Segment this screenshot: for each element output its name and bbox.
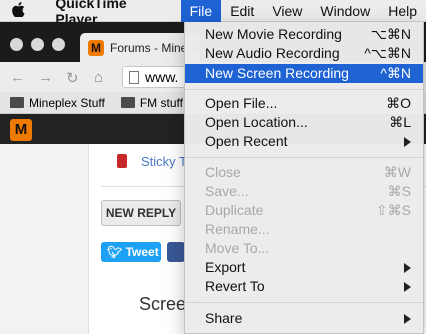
shortcut-label: ⇧⌘S xyxy=(375,202,411,218)
mineplex-favicon-icon: M xyxy=(88,39,104,56)
view-menu[interactable]: View xyxy=(263,0,311,22)
menu-item-label: Move To... xyxy=(205,240,270,256)
shortcut-label: ⌘W xyxy=(383,164,411,180)
bookmark-label: Mineplex Stuff xyxy=(29,95,105,110)
menu-item-label: New Movie Recording xyxy=(205,26,342,42)
folder-icon xyxy=(10,97,24,108)
menu-item-label: Export xyxy=(205,259,246,275)
menu-item-open-file[interactable]: Open File... ⌘O xyxy=(185,94,423,113)
bookmark-folder[interactable]: Mineplex Stuff xyxy=(10,96,105,110)
file-dropdown-menu: New Movie Recording ⌥⌘N New Audio Record… xyxy=(184,22,424,334)
menu-item-move-to[interactable]: Move To... xyxy=(185,239,423,258)
pin-icon xyxy=(117,154,127,168)
zoom-window-button[interactable] xyxy=(52,38,65,51)
menu-item-label: Rename... xyxy=(205,221,270,237)
url-text: www. xyxy=(145,69,179,85)
menu-item-share[interactable]: Share xyxy=(185,309,423,328)
shortcut-label: ⌘S xyxy=(387,183,411,199)
browser-tab[interactable]: M Forums - Mineplex xyxy=(80,33,200,62)
shortcut-label: ⌥⌘N xyxy=(370,26,411,42)
menu-separator xyxy=(185,89,423,90)
menu-item-label: Revert To xyxy=(205,278,265,294)
menu-item-save[interactable]: Save... ⌘S xyxy=(185,182,423,201)
twitter-bird-icon: 🐦︎ xyxy=(107,245,126,259)
forward-arrow-icon[interactable]: → xyxy=(38,69,53,86)
shortcut-label: ^⌘N xyxy=(380,65,411,81)
submenu-arrow-icon xyxy=(404,137,411,147)
menu-bar: QuickTime Player File Edit View Window H… xyxy=(0,0,426,27)
menu-item-revert-to[interactable]: Revert To xyxy=(185,277,423,296)
edit-menu[interactable]: Edit xyxy=(221,0,263,22)
apple-logo-icon[interactable] xyxy=(0,1,37,20)
menu-item-close[interactable]: Close ⌘W xyxy=(185,163,423,182)
menu-item-label: New Screen Recording xyxy=(205,65,349,81)
bookmark-folder[interactable]: FM stuff xyxy=(120,95,183,110)
close-window-button[interactable] xyxy=(10,38,23,51)
help-menu[interactable]: Help xyxy=(379,0,426,22)
menu-item-label: Close xyxy=(205,164,241,180)
menu-item-label: Open Location... xyxy=(205,114,308,130)
shortcut-label: ⌘L xyxy=(389,114,411,130)
menu-item-label: Share xyxy=(205,310,243,326)
file-menu[interactable]: File xyxy=(180,0,222,22)
window-menu[interactable]: Window xyxy=(311,0,379,22)
menu-item-label: Open Recent xyxy=(205,133,288,149)
reload-icon[interactable]: ↻ xyxy=(66,69,79,87)
menu-item-duplicate[interactable]: Duplicate ⇧⌘S xyxy=(185,201,423,220)
submenu-arrow-icon xyxy=(404,263,411,273)
menu-item-label: Duplicate xyxy=(205,202,264,218)
shortcut-label: ⌘O xyxy=(386,95,411,111)
minimize-window-button[interactable] xyxy=(31,38,44,51)
mineplex-logo-icon[interactable]: M xyxy=(10,119,32,141)
menu-item-label: Save... xyxy=(205,183,249,199)
page-icon xyxy=(129,70,139,84)
menu-separator xyxy=(185,157,423,158)
bookmark-label: FM stuff xyxy=(139,95,183,110)
tweet-button[interactable]: 🐦︎ Tweet xyxy=(101,242,161,262)
menu-item-new-screen-recording[interactable]: New Screen Recording ^⌘N xyxy=(185,64,423,83)
menu-item-open-recent[interactable]: Open Recent xyxy=(185,132,423,151)
menu-item-label: New Audio Recording xyxy=(205,45,340,61)
home-icon[interactable]: ⌂ xyxy=(94,69,103,86)
menu-item-rename[interactable]: Rename... xyxy=(185,220,423,239)
shortcut-label: ^⌥⌘N xyxy=(364,45,411,61)
sticky-thread-link[interactable]: Sticky T xyxy=(141,154,187,169)
folder-icon xyxy=(120,97,135,108)
tweet-label: Tweet xyxy=(125,245,159,259)
back-arrow-icon[interactable]: ← xyxy=(10,69,25,86)
menu-item-export[interactable]: Export xyxy=(185,258,423,277)
facebook-share-button[interactable] xyxy=(167,242,185,262)
submenu-arrow-icon xyxy=(404,282,411,292)
menu-item-open-location[interactable]: Open Location... ⌘L xyxy=(185,113,423,132)
menu-item-label: Open File... xyxy=(205,95,278,111)
menu-separator xyxy=(185,302,423,303)
new-reply-button[interactable]: NEW REPLY xyxy=(101,200,181,226)
menu-item-new-movie-recording[interactable]: New Movie Recording ⌥⌘N xyxy=(185,25,423,44)
submenu-arrow-icon xyxy=(404,314,411,324)
menu-item-new-audio-recording[interactable]: New Audio Recording ^⌥⌘N xyxy=(185,44,423,63)
